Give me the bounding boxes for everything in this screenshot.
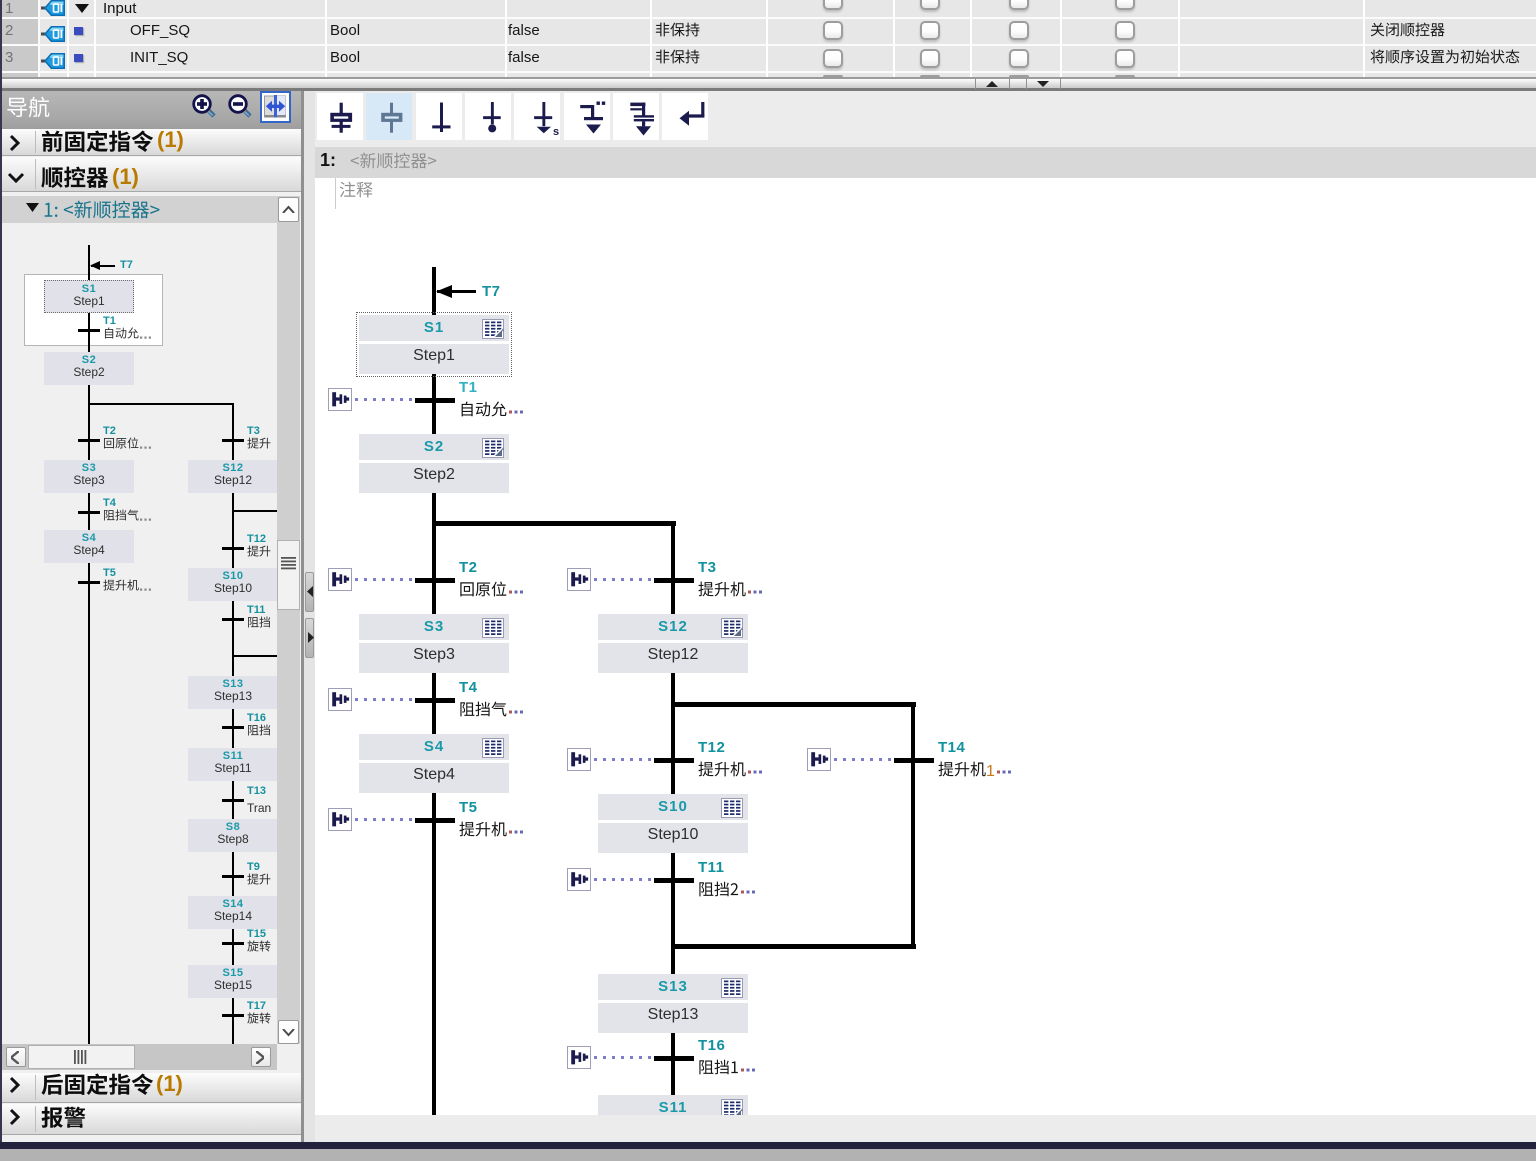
svg-text:s: s: [553, 126, 559, 138]
